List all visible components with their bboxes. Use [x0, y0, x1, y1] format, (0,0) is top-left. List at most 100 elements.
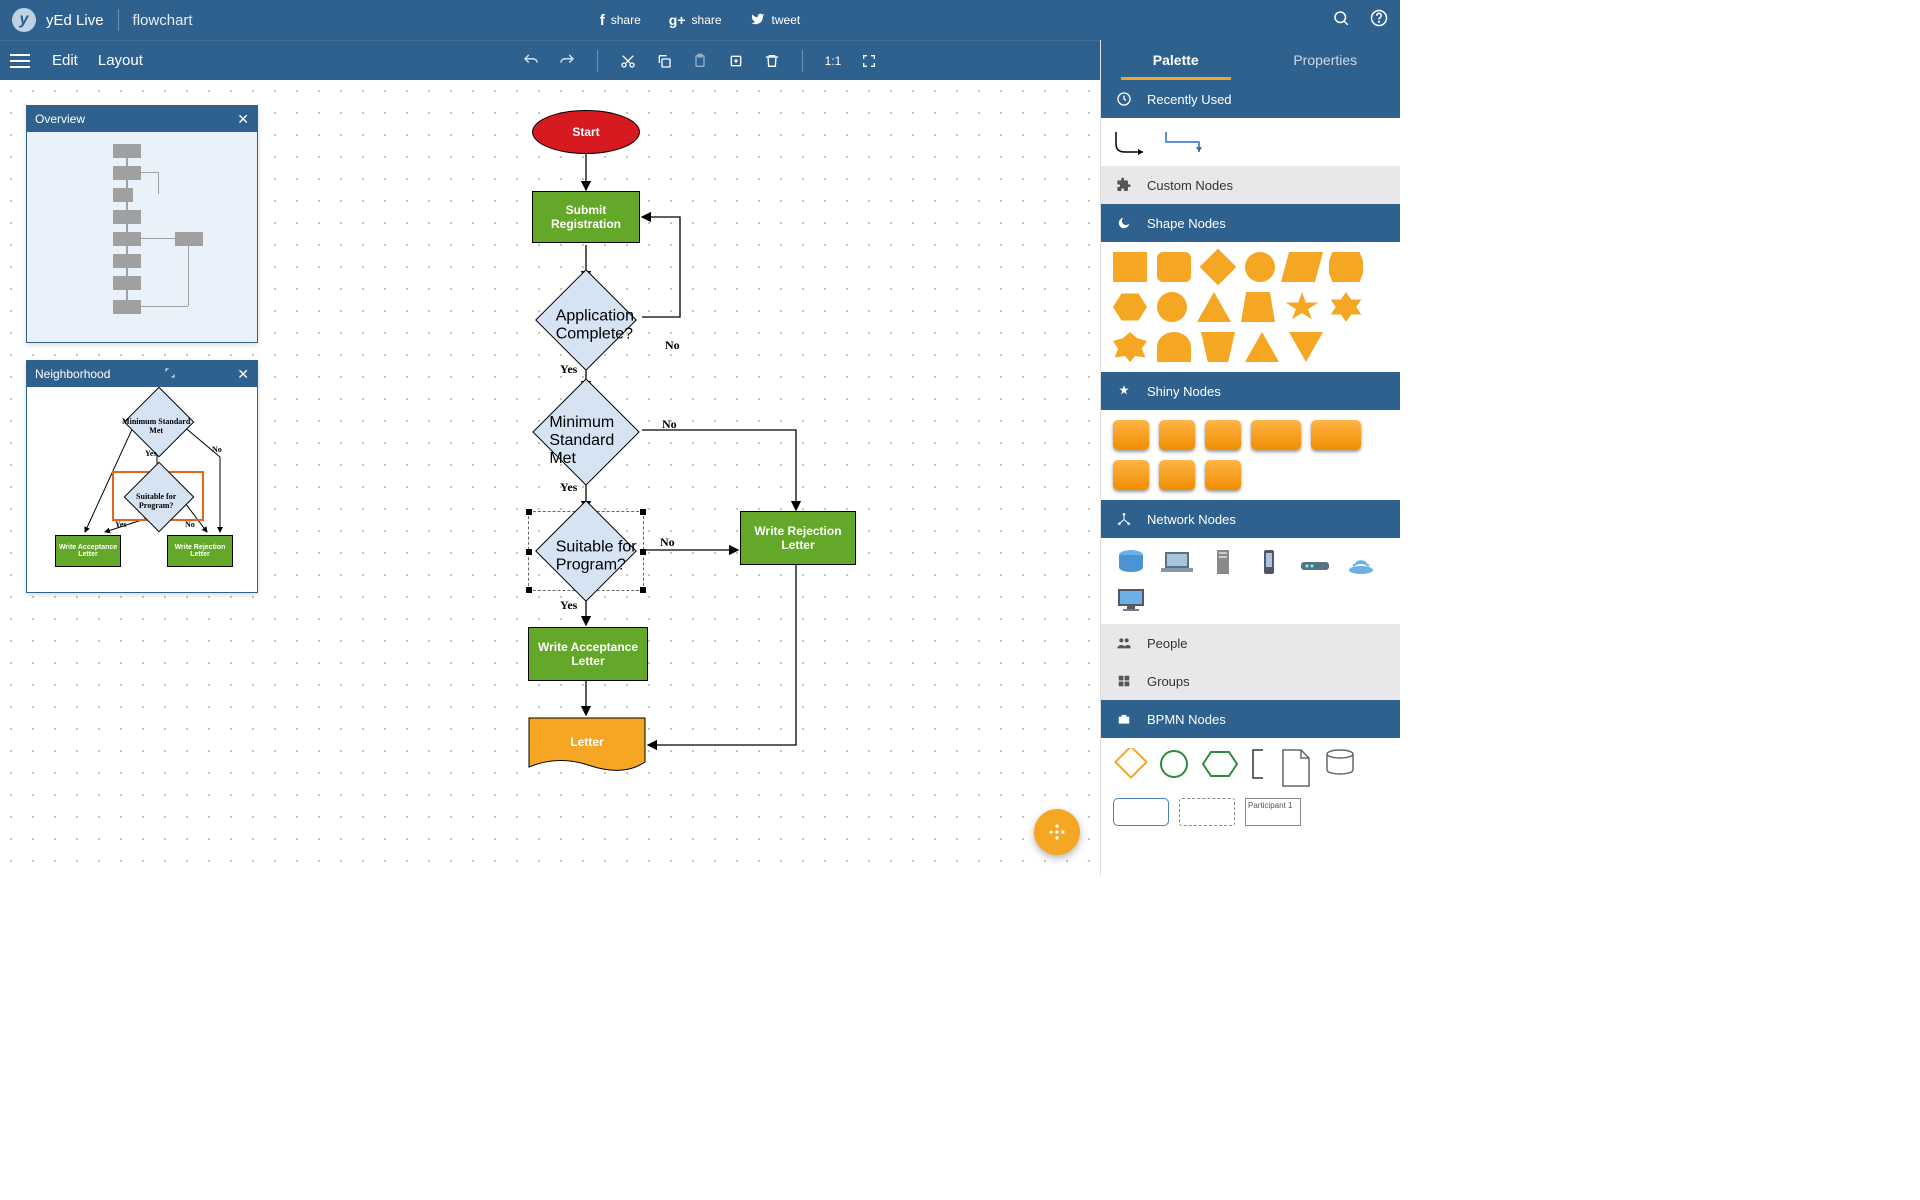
shape-star8[interactable]	[1113, 332, 1147, 362]
help-icon[interactable]	[1370, 9, 1388, 31]
node-suitable[interactable]: Suitable for Program?	[532, 513, 640, 589]
shiny-node[interactable]	[1205, 460, 1241, 490]
shape-diamond[interactable]	[1200, 249, 1237, 286]
search-icon[interactable]	[1332, 9, 1350, 31]
node-accept[interactable]: Write Acceptance Letter	[528, 627, 648, 681]
section-shiny-nodes[interactable]: Shiny Nodes	[1101, 372, 1400, 410]
shape-hexagon[interactable]	[1113, 292, 1147, 322]
shape-circle[interactable]	[1157, 292, 1187, 322]
shape-arch[interactable]	[1157, 332, 1191, 362]
shiny-node[interactable]	[1205, 420, 1241, 450]
section-recently-used[interactable]: Recently Used	[1101, 80, 1400, 118]
shape-rect[interactable]	[1113, 252, 1147, 282]
diamond-label: Suitable for Program?	[121, 492, 191, 510]
duplicate-icon[interactable]	[727, 52, 745, 70]
shiny-node[interactable]	[1311, 420, 1361, 450]
section-label: Shape Nodes	[1147, 216, 1226, 231]
copy-icon[interactable]	[655, 52, 673, 70]
bpmn-event-icon[interactable]	[1157, 748, 1191, 780]
extension-icon	[1115, 176, 1133, 194]
shape-trapezoid2[interactable]	[1201, 332, 1235, 362]
shape-octagon[interactable]	[1329, 252, 1363, 282]
zoom-reset-button[interactable]: 1:1	[824, 52, 842, 70]
bpmn-datastore-icon[interactable]	[1323, 748, 1357, 778]
node-min-standard[interactable]: Minimum Standard Met	[532, 392, 640, 472]
shape-trapezoid[interactable]	[1241, 292, 1275, 322]
monitor-icon[interactable]	[1113, 586, 1149, 614]
bpmn-subprocess-icon[interactable]	[1179, 798, 1235, 826]
section-network-nodes[interactable]: Network Nodes	[1101, 500, 1400, 538]
node-start[interactable]: Start	[532, 110, 640, 154]
close-icon[interactable]: ✕	[237, 366, 249, 383]
shiny-node[interactable]	[1159, 420, 1195, 450]
shape-round-rect[interactable]	[1157, 252, 1191, 282]
briefcase-icon	[1115, 710, 1133, 728]
section-shape-nodes[interactable]: Shape Nodes	[1101, 204, 1400, 242]
shape-ellipse[interactable]	[1245, 252, 1275, 282]
gplus-icon: g+	[669, 12, 686, 28]
shiny-node[interactable]	[1113, 420, 1149, 450]
phone-icon[interactable]	[1251, 548, 1287, 576]
bpmn-bracket-icon[interactable]	[1249, 748, 1269, 780]
server-icon[interactable]	[1205, 548, 1241, 576]
shape-triangle-up[interactable]	[1197, 292, 1231, 322]
redo-icon[interactable]	[558, 52, 576, 70]
shape-triangle-down[interactable]	[1289, 332, 1323, 362]
expand-icon[interactable]	[164, 367, 176, 382]
node-app-complete[interactable]: Application Complete?	[532, 282, 640, 358]
menu-layout[interactable]: Layout	[88, 52, 153, 69]
bpmn-participant-icon[interactable]: Participant 1	[1245, 798, 1301, 826]
fullscreen-icon[interactable]	[860, 52, 878, 70]
shiny-body	[1101, 410, 1400, 500]
shape-triangle[interactable]	[1245, 332, 1279, 362]
facebook-share-button[interactable]: f share	[600, 12, 641, 29]
delete-icon[interactable]	[763, 52, 781, 70]
shiny-node[interactable]	[1159, 460, 1195, 490]
bpmn-hexagon-icon[interactable]	[1201, 748, 1239, 780]
menu-icon[interactable]	[10, 54, 30, 68]
canvas[interactable]: Overview✕ Neighborhood ✕	[0, 80, 1100, 875]
laptop-icon[interactable]	[1159, 548, 1195, 576]
close-icon[interactable]: ✕	[237, 111, 249, 128]
router-icon[interactable]	[1297, 548, 1333, 576]
people-icon	[1115, 634, 1133, 652]
cut-icon[interactable]	[619, 52, 637, 70]
edge-curve-icon[interactable]	[1113, 128, 1153, 156]
titlebar: y yEd Live flowchart f share g+ share tw…	[0, 0, 1400, 40]
overview-panel[interactable]: Overview✕	[26, 105, 258, 343]
overview-body[interactable]	[27, 132, 257, 342]
node-letter[interactable]: Letter	[528, 717, 646, 775]
fab-button[interactable]	[1034, 809, 1080, 855]
section-label: Custom Nodes	[1147, 178, 1233, 193]
node-submit[interactable]: Submit Registration	[532, 191, 640, 243]
neighborhood-panel[interactable]: Neighborhood ✕ Minimum Standard Met Suit…	[26, 360, 258, 593]
section-custom-nodes[interactable]: Custom Nodes	[1101, 166, 1400, 204]
shape-parallelogram[interactable]	[1281, 252, 1323, 282]
undo-icon[interactable]	[522, 52, 540, 70]
tab-palette[interactable]: Palette	[1101, 40, 1251, 80]
section-groups[interactable]: Groups	[1101, 662, 1400, 700]
shape-star5[interactable]	[1285, 292, 1319, 322]
edge-label: No	[185, 520, 195, 529]
database-icon[interactable]	[1113, 548, 1149, 576]
neighborhood-body[interactable]: Minimum Standard Met Suitable for Progra…	[27, 387, 257, 592]
shiny-node[interactable]	[1251, 420, 1301, 450]
menu-edit[interactable]: Edit	[42, 52, 88, 69]
shiny-node[interactable]	[1113, 460, 1149, 490]
bpmn-gateway-icon[interactable]	[1113, 748, 1147, 780]
node-reject[interactable]: Write Rejection Letter	[740, 511, 856, 565]
edge-label: No	[660, 535, 675, 550]
bpmn-task-icon[interactable]	[1113, 798, 1169, 826]
shape-star6[interactable]	[1329, 292, 1363, 322]
tab-properties[interactable]: Properties	[1251, 40, 1401, 80]
section-bpmn[interactable]: BPMN Nodes	[1101, 700, 1400, 738]
section-people[interactable]: People	[1101, 624, 1400, 662]
gplus-share-button[interactable]: g+ share	[669, 12, 722, 29]
edge-ortho-icon[interactable]	[1163, 128, 1207, 156]
document-title[interactable]: flowchart	[133, 12, 193, 29]
section-label: People	[1147, 636, 1187, 651]
paste-icon[interactable]	[691, 52, 709, 70]
bpmn-document-icon[interactable]	[1279, 748, 1313, 788]
twitter-share-button[interactable]: tweet	[750, 12, 801, 29]
wifi-icon[interactable]	[1343, 548, 1379, 576]
